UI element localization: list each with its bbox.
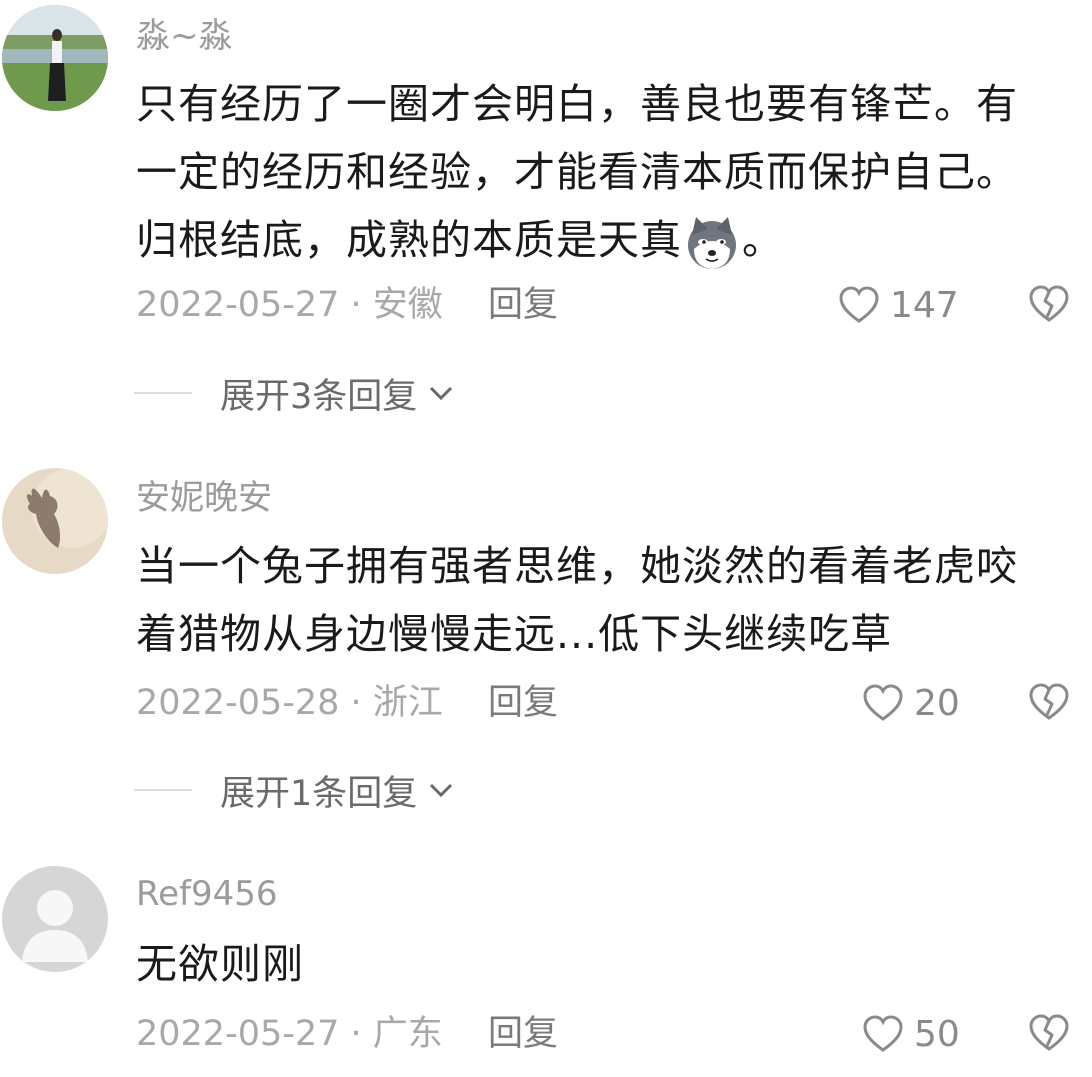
reply-button[interactable]: 回复 <box>488 1012 558 1056</box>
username[interactable]: 淼~淼 <box>136 16 233 56</box>
expand-replies-label: 展开3条回复 <box>220 376 418 417</box>
comment-text-segment: 归根结底，成熟的本质是天真 <box>136 216 682 264</box>
like-button[interactable]: 50 <box>862 1012 960 1056</box>
broken-heart-icon <box>1029 1014 1069 1051</box>
dislike-button[interactable] <box>1028 284 1070 326</box>
divider-line <box>134 392 192 394</box>
date-location: 2022-05-27 · 安徽 <box>136 285 443 325</box>
like-count: 147 <box>890 284 959 326</box>
chevron-down-icon <box>425 774 457 806</box>
expand-replies-label: 展开1条回复 <box>220 773 418 814</box>
heart-outline-icon <box>863 684 903 721</box>
husky-dog-emoji <box>684 215 740 271</box>
comment-text: 当一个兔子拥有强者思维，她淡然的看着老虎咬 着猎物从身边慢慢走远...低下头继续… <box>136 532 1086 668</box>
avatar[interactable] <box>2 5 108 111</box>
avatar[interactable] <box>2 866 108 972</box>
comment-text-trailing: 。 <box>742 216 784 264</box>
username[interactable]: Ref9456 <box>136 874 278 914</box>
reply-button[interactable]: 回复 <box>488 283 558 327</box>
like-button[interactable]: 20 <box>862 681 960 725</box>
like-count: 50 <box>914 1013 960 1055</box>
date-location: 2022-05-28 · 浙江 <box>136 683 443 723</box>
comment-text-line: 当一个兔子拥有强者思维，她淡然的看着老虎咬 <box>136 542 1018 590</box>
comment-text-line: 只有经历了一圈才会明白，善良也要有锋芒。有 <box>136 80 1018 128</box>
expand-replies-button[interactable]: 展开3条回复 <box>134 371 457 417</box>
reply-button[interactable]: 回复 <box>488 681 558 725</box>
like-button[interactable]: 147 <box>838 283 959 327</box>
date-location: 2022-05-27 · 广东 <box>136 1014 443 1054</box>
divider-line <box>134 789 192 791</box>
comment-text: 无欲则刚 <box>136 930 1086 998</box>
username[interactable]: 安妮晚安 <box>136 478 272 518</box>
avatar[interactable] <box>2 468 108 574</box>
dislike-button[interactable] <box>1028 1013 1070 1055</box>
comment-text-line: 无欲则刚 <box>136 940 304 988</box>
comment-text-line: 一定的经历和经验，才能看清本质而保护自己。 <box>136 148 1018 196</box>
heart-outline-icon <box>839 286 879 323</box>
broken-heart-icon <box>1029 683 1069 720</box>
heart-outline-icon <box>863 1015 903 1052</box>
expand-replies-button[interactable]: 展开1条回复 <box>134 768 457 814</box>
comment-text-line-with-emoji: 归根结底，成熟的本质是天真 。 <box>136 206 1086 274</box>
dislike-button[interactable] <box>1028 682 1070 724</box>
broken-heart-icon <box>1029 285 1069 322</box>
like-count: 20 <box>914 682 960 724</box>
comment-text-line: 着猎物从身边慢慢走远...低下头继续吃草 <box>136 610 893 658</box>
chevron-down-icon <box>425 377 457 409</box>
comment-text: 只有经历了一圈才会明白，善良也要有锋芒。有 一定的经历和经验，才能看清本质而保护… <box>136 70 1086 274</box>
